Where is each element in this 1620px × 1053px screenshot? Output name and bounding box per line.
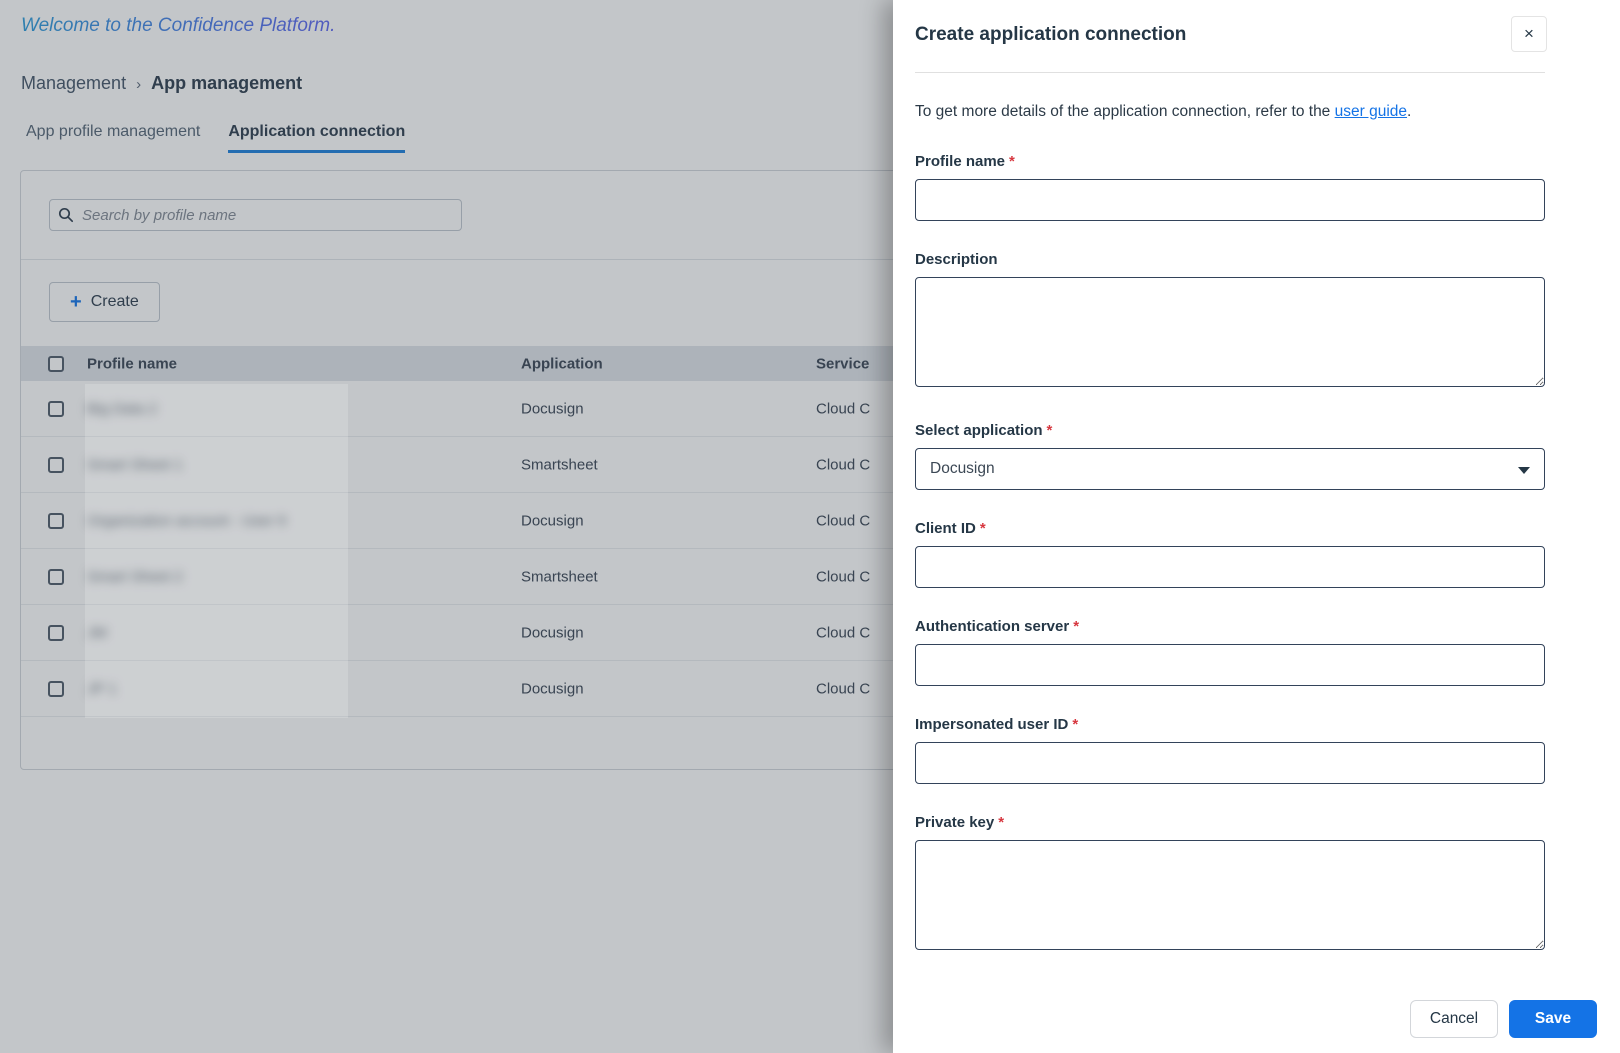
field-impersonated-user-id: Impersonated user ID * [915,716,1545,784]
required-asterisk: * [1009,153,1015,170]
profile-name-input[interactable] [915,179,1545,221]
impersonated-user-id-label: Impersonated user ID * [915,716,1079,733]
required-asterisk: * [1072,716,1079,733]
close-icon: × [1524,24,1534,43]
client-id-input[interactable] [915,546,1545,588]
redaction-blur-strip [85,384,348,718]
required-asterisk: * [998,814,1005,831]
intro-suffix: . [1407,103,1412,120]
auth-server-input[interactable] [915,644,1545,686]
required-asterisk: * [979,520,986,537]
drawer-footer: Cancel Save [893,1000,1597,1038]
chevron-down-icon [1518,467,1530,474]
create-connection-drawer: Create application connection × To get m… [893,0,1620,1053]
description-label: Description [915,251,998,268]
user-guide-link[interactable]: user guide [1335,103,1407,120]
field-select-application: Select application * Docusign [915,422,1545,490]
impersonated-user-id-input[interactable] [915,742,1545,784]
required-asterisk: * [1073,618,1080,635]
field-client-id: Client ID * [915,520,1545,588]
field-auth-server: Authentication server * [915,618,1545,686]
private-key-label: Private key * [915,814,1005,831]
intro-text: To get more details of the application c… [915,103,1545,121]
application-dropdown-value: Docusign [930,460,995,477]
profile-name-label: Profile name * [915,153,1015,170]
select-application-label: Select application * [915,422,1053,439]
cancel-button[interactable]: Cancel [1410,1000,1498,1038]
field-private-key: Private key * [915,814,1545,955]
drawer-header: Create application connection × [893,0,1620,52]
connection-form: Profile name * Description Select applica… [915,153,1545,955]
client-id-label: Client ID * [915,520,986,537]
application-dropdown[interactable]: Docusign [915,448,1545,490]
close-button[interactable]: × [1511,16,1547,52]
save-button[interactable]: Save [1509,1000,1597,1038]
intro-prefix: To get more details of the application c… [915,103,1335,120]
private-key-textarea[interactable] [915,840,1545,950]
field-description: Description [915,251,1545,392]
auth-server-label: Authentication server * [915,618,1080,635]
drawer-divider [915,72,1545,73]
field-profile-name: Profile name * [915,153,1545,221]
required-asterisk: * [1046,422,1053,439]
description-textarea[interactable] [915,277,1545,387]
